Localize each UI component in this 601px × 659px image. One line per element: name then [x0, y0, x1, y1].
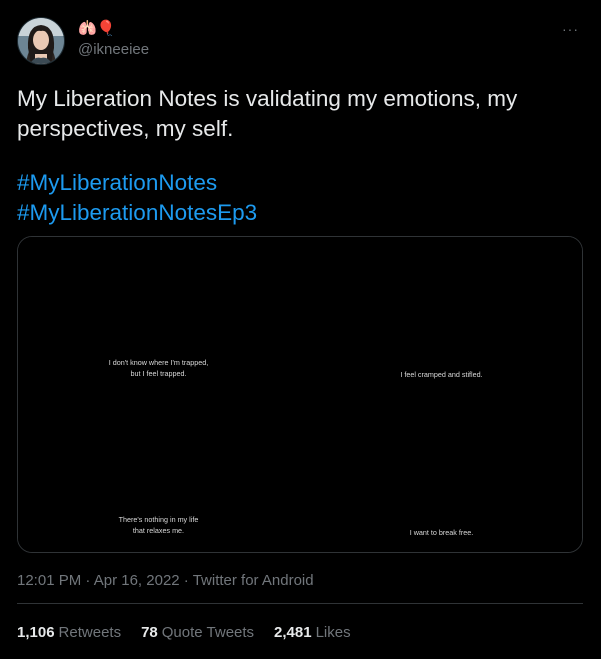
- media-grid: I don't know where I'm trapped, but I fe…: [17, 236, 583, 553]
- retweets-count: 1,106: [17, 624, 55, 641]
- engagement-stats: 1,106 Retweets 78 Quote Tweets 2,481 Likes: [17, 623, 351, 643]
- likes-count: 2,481: [274, 624, 312, 641]
- retweets-stat[interactable]: 1,106 Retweets: [17, 623, 121, 643]
- avatar[interactable]: [17, 17, 65, 65]
- media-image-left[interactable]: I don't know where I'm trapped, but I fe…: [18, 237, 301, 552]
- display-name[interactable]: 🫁🎈: [78, 19, 115, 39]
- media-image-right[interactable]: I feel cramped and stifled. I want to br…: [301, 237, 582, 552]
- tweet-time[interactable]: 12:01 PM: [17, 572, 81, 589]
- subtitle-caption: I want to break free.: [409, 528, 474, 537]
- quote-tweets-stat[interactable]: 78 Quote Tweets: [141, 623, 254, 643]
- subtitle-caption: I feel cramped and stifled.: [400, 370, 483, 379]
- divider: [17, 603, 583, 604]
- meta-separator: ·: [81, 572, 94, 589]
- hashtag-link[interactable]: #MyLiberationNotesEp3: [17, 198, 257, 228]
- tweet-date[interactable]: Apr 16, 2022: [94, 572, 180, 589]
- quote-tweets-count: 78: [141, 624, 158, 641]
- meta-separator: ·: [179, 572, 193, 589]
- tweet-card: 🫁🎈 @ikneeiee ··· My Liberation Notes is …: [0, 0, 601, 659]
- hashtag-link[interactable]: #MyLiberationNotes: [17, 168, 257, 198]
- user-handle[interactable]: @ikneeiee: [78, 40, 149, 60]
- tweet-source[interactable]: Twitter for Android: [193, 572, 314, 589]
- likes-stat[interactable]: 2,481 Likes: [274, 623, 351, 643]
- more-options-icon[interactable]: ···: [562, 22, 579, 36]
- likes-label: Likes: [315, 624, 351, 641]
- hashtag-list: #MyLiberationNotes #MyLiberationNotesEp3: [17, 168, 257, 228]
- tweet-text: My Liberation Notes is validating my emo…: [17, 86, 518, 141]
- subtitle-caption: I don't know where I'm trapped, but I fe…: [108, 358, 209, 378]
- quote-tweets-label: Quote Tweets: [161, 624, 255, 641]
- retweets-label: Retweets: [58, 624, 122, 641]
- subtitle-caption: There's nothing in my life that relaxes …: [118, 515, 199, 535]
- avatar-image: [18, 18, 64, 64]
- tweet-meta: 12:01 PM · Apr 16, 2022 · Twitter for An…: [17, 571, 314, 591]
